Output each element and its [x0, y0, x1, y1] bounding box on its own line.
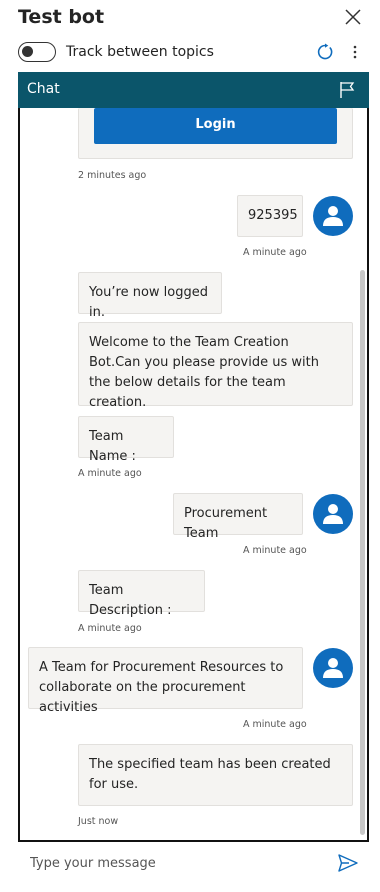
user-icon: [323, 658, 343, 678]
bot-message: The specified team has been created for …: [78, 744, 353, 806]
bot-message: You’re now logged in.: [78, 272, 222, 320]
bot-message: Welcome to the Team Creation Bot.Can you…: [78, 322, 353, 410]
refresh-icon[interactable]: [316, 43, 334, 61]
user-message: A Team for Procurement Resources to coll…: [28, 647, 303, 715]
message-input[interactable]: [28, 851, 332, 875]
bot-message: Team Name :: [78, 416, 174, 464]
chat-panel: [18, 72, 369, 842]
toggle-label: Track between topics: [66, 44, 214, 60]
user-icon: [323, 504, 343, 524]
timestamp: A minute ago: [78, 623, 142, 634]
user-message: Procurement Team: [173, 493, 303, 541]
bot-message: Team Description :: [78, 570, 205, 618]
avatar: [313, 494, 353, 534]
send-icon[interactable]: [338, 854, 358, 872]
window-title: Test bot: [18, 6, 105, 28]
timestamp: A minute ago: [78, 468, 142, 479]
timestamp: 2 minutes ago: [78, 170, 147, 181]
chat-title: Chat: [27, 81, 60, 97]
login-button[interactable]: Login: [94, 108, 337, 144]
track-topics-toggle[interactable]: [18, 42, 56, 62]
timestamp: A minute ago: [243, 719, 307, 730]
message-composer: [18, 842, 369, 882]
toggle-knob: [22, 46, 33, 57]
user-icon: [323, 206, 343, 226]
more-options-icon[interactable]: [346, 43, 364, 61]
close-icon[interactable]: [344, 8, 362, 26]
user-message: 925395: [237, 195, 303, 237]
chat-scrollbar[interactable]: [360, 270, 365, 835]
avatar: [313, 196, 353, 236]
timestamp: Just now: [78, 816, 119, 827]
chat-header: Chat: [18, 72, 369, 108]
timestamp: A minute ago: [243, 545, 307, 556]
flag-icon[interactable]: [339, 81, 355, 99]
avatar: [313, 648, 353, 688]
timestamp: A minute ago: [243, 247, 307, 258]
